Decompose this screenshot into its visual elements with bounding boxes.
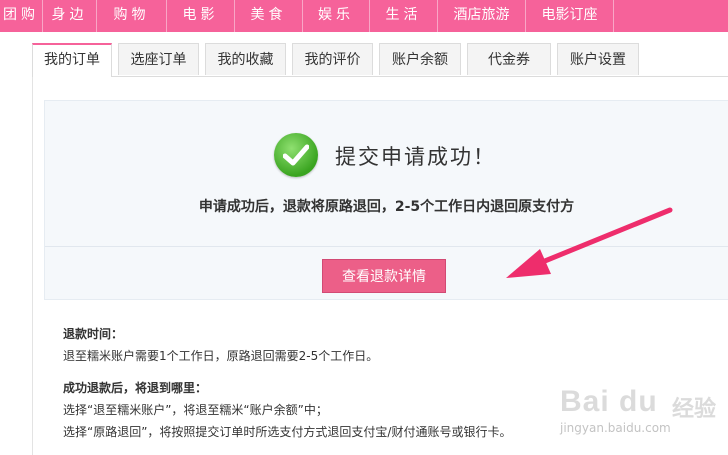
tab-seat-orders[interactable]: 选座订单 xyxy=(118,43,199,75)
nav-item-tuangou[interactable]: 团购 xyxy=(0,0,43,32)
nav-item-gouwu[interactable]: 购物 xyxy=(97,0,167,32)
account-tabs: 我的订单 选座订单 我的收藏 我的评价 账户余额 代金券 账户设置 xyxy=(32,43,645,77)
refund-time-text: 退至糯米账户需要1个工作日，原路退回需要2-5个工作日。 xyxy=(63,349,379,363)
tab-my-orders[interactable]: 我的订单 xyxy=(32,43,112,77)
nav-item-meishi[interactable]: 美食 xyxy=(235,0,303,32)
refund-destination-line-2: 选择“原路退回”，将按照提交订单时所选支付方式退回支付宝/财付通账号或银行卡。 xyxy=(63,425,512,439)
nav-item-movie-seat[interactable]: 电影订座 xyxy=(526,0,614,32)
watermark-brand: Bai du xyxy=(560,385,658,418)
watermark-brand-cn: 经验 xyxy=(672,397,717,422)
tab-my-reviews[interactable]: 我的评价 xyxy=(292,43,373,75)
panel-divider xyxy=(45,246,728,247)
nav-item-shenghuo[interactable]: 生活 xyxy=(370,0,438,32)
watermark-url: jingyan.baidu.com xyxy=(560,421,671,435)
nav-item-dianying[interactable]: 电影 xyxy=(167,0,235,32)
refund-destination-heading: 成功退款后，将退到哪里： xyxy=(63,381,208,395)
view-refund-details-button[interactable]: 查看退款详情 xyxy=(322,259,446,293)
nav-item-hotel-travel[interactable]: 酒店旅游 xyxy=(438,0,526,32)
tab-account-balance[interactable]: 账户余额 xyxy=(379,43,461,75)
refund-destination-line-1: 选择“退至糯米账户”，将退至糯米“账户余额”中； xyxy=(63,403,328,417)
refund-time-heading: 退款时间： xyxy=(63,327,124,341)
top-navigation: 团购 身边 购物 电影 美食 娱乐 生活 酒店旅游 电影订座 xyxy=(0,0,728,32)
nav-item-yule[interactable]: 娱乐 xyxy=(303,0,370,32)
refund-info: 退款时间： 退至糯米账户需要1个工作日，原路退回需要2-5个工作日。 成功退款后… xyxy=(63,323,511,443)
nav-item-shenbian[interactable]: 身边 xyxy=(43,0,97,32)
success-description: 申请成功后，退款将原路退回，2-5个工作日内退回原支付方 xyxy=(198,199,575,215)
success-check-icon xyxy=(274,133,318,177)
tab-account-settings[interactable]: 账户设置 xyxy=(557,43,639,75)
tab-my-favorites[interactable]: 我的收藏 xyxy=(205,43,286,75)
success-panel: 提交申请成功！ 申请成功后，退款将原路退回，2-5个工作日内退回原支付方 查看退… xyxy=(44,100,728,300)
success-title: 提交申请成功！ xyxy=(335,145,496,169)
baidu-jingyan-watermark: Bai du 经验 jingyan.baidu.com xyxy=(560,375,728,455)
tab-vouchers[interactable]: 代金券 xyxy=(467,43,551,75)
